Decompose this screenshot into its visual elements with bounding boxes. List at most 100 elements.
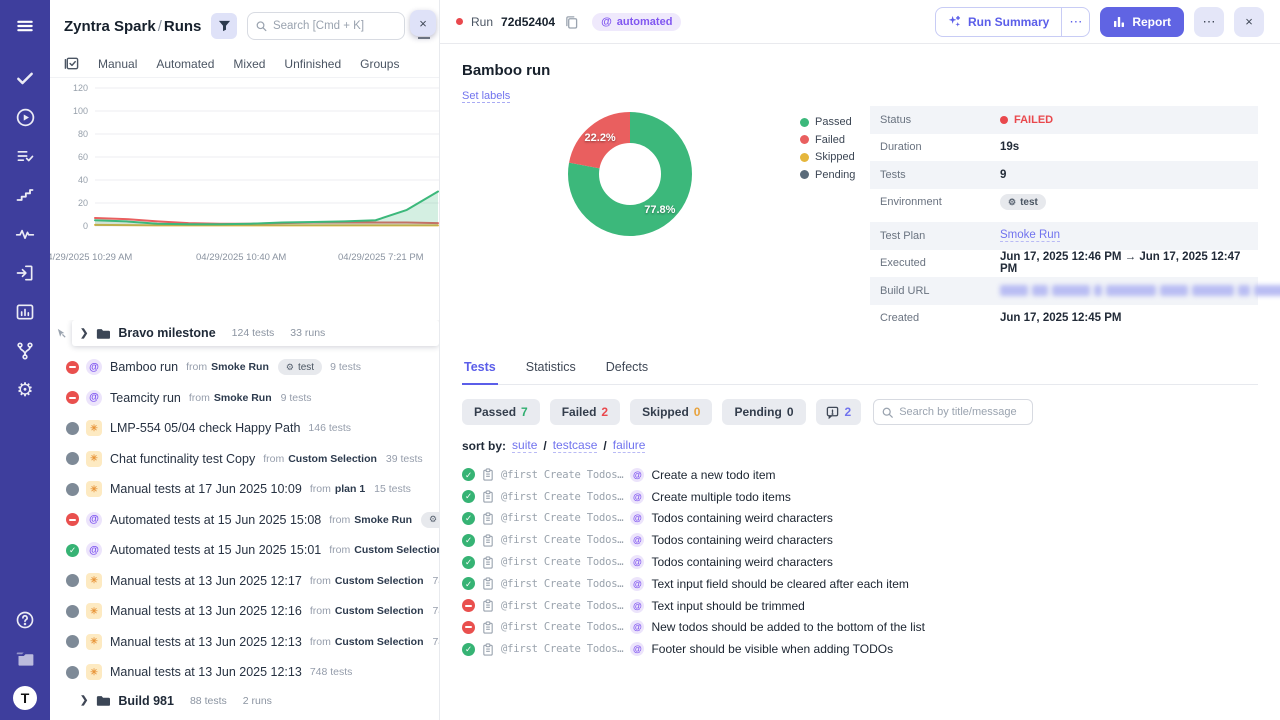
milestone-folder-row[interactable]: ❯Build 98188 tests2 runs: [50, 688, 439, 714]
filter-passed-button[interactable]: Passed7: [462, 399, 540, 425]
run-list-item[interactable]: ✳Manual tests at 13 Jun 2025 12:13fromCu…: [50, 627, 439, 658]
run-list-item[interactable]: @Teamcity runfromSmoke Run9 tests: [50, 383, 439, 414]
test-status-passed-icon: ✓: [462, 534, 475, 547]
report-button[interactable]: Report: [1100, 7, 1184, 37]
run-list-item[interactable]: @Bamboo runfromSmoke Run⚙test9 tests: [50, 352, 439, 383]
detail-text: Jun 17, 2025 12:45 PM: [1000, 312, 1121, 324]
run-list-item[interactable]: ✳Manual tests at 13 Jun 2025 12:13748 te…: [50, 657, 439, 688]
test-row[interactable]: ✓@first Create Todos…@Footer should be v…: [462, 638, 1258, 660]
test-row[interactable]: ✓@first Create Todos…@Todos containing w…: [462, 529, 1258, 551]
detail-label: Executed: [870, 257, 1000, 269]
more-actions-button[interactable]: ⋯: [1194, 7, 1224, 37]
run-list-item[interactable]: ✳Manual tests at 13 Jun 2025 12:16fromCu…: [50, 596, 439, 627]
tests-icon[interactable]: [13, 66, 37, 90]
menu-icon[interactable]: [13, 14, 37, 38]
select-all-icon[interactable]: [64, 56, 79, 71]
pulse-icon[interactable]: [13, 222, 37, 246]
filter-failed-button[interactable]: Failed2: [550, 399, 620, 425]
run-source-plan: Custom Selection: [354, 544, 439, 556]
run-tests-count: 748 tests: [433, 575, 440, 587]
test-row[interactable]: ✓@first Create Todos…@Todos containing w…: [462, 551, 1258, 573]
breadcrumb-separator: /: [156, 18, 164, 35]
help-icon[interactable]: [13, 608, 37, 632]
test-plan-link[interactable]: Smoke Run: [1000, 229, 1060, 242]
tests-search-input[interactable]: [899, 406, 1024, 418]
run-list-item[interactable]: ✳Manual tests at 17 Jun 2025 10:09frompl…: [50, 474, 439, 505]
test-title: Create a new todo item: [651, 468, 775, 482]
runs-search: [247, 12, 405, 40]
clipboard-icon: [482, 468, 494, 481]
manual-run-icon: ✳: [86, 481, 102, 497]
test-plans-icon[interactable]: [13, 144, 37, 168]
filter-skipped-button[interactable]: Skipped0: [630, 399, 712, 425]
run-source-plan: Smoke Run: [214, 392, 272, 404]
test-row[interactable]: ✓@first Create Todos…@Create multiple to…: [462, 486, 1258, 508]
comments-filter-button[interactable]: 2: [816, 399, 862, 425]
run-list-item[interactable]: ✳LMP-554 05/04 check Happy Path146 tests: [50, 413, 439, 444]
check-glyph: ✓: [69, 546, 76, 555]
test-row[interactable]: @first Create Todos…@New todos should be…: [462, 617, 1258, 639]
import-icon[interactable]: [13, 261, 37, 285]
steps-icon[interactable]: [13, 183, 37, 207]
sort-by-testcase-link[interactable]: testcase: [553, 438, 598, 453]
sort-by-suite-link[interactable]: suite: [512, 438, 537, 453]
run-status-failed-icon: [66, 391, 79, 404]
runs-icon[interactable]: [13, 105, 37, 129]
projects-icon[interactable]: [13, 647, 37, 671]
from-label: from: [329, 514, 350, 526]
detail-row-environment: Environment⚙test: [870, 189, 1258, 217]
settings-icon[interactable]: ⚙: [13, 378, 37, 402]
tab-groups[interactable]: Groups: [360, 57, 399, 71]
svg-text:80: 80: [78, 129, 88, 139]
tab-manual[interactable]: Manual: [98, 57, 137, 71]
tab-defects[interactable]: Defects: [604, 354, 650, 384]
run-status-finished-icon: [66, 422, 79, 435]
run-summary-more-button[interactable]: ⋯: [1061, 8, 1089, 36]
sort-by-failure-link[interactable]: failure: [613, 438, 646, 453]
tab-unfinished[interactable]: Unfinished: [284, 57, 341, 71]
clipboard-icon-wrap: [482, 490, 494, 503]
run-list-item[interactable]: @Automated tests at 15 Jun 2025 15:08fro…: [50, 505, 439, 536]
bar-chart-icon: [1113, 16, 1125, 28]
tab-mixed[interactable]: Mixed: [233, 57, 265, 71]
test-row[interactable]: ✓@first Create Todos…@Text input field s…: [462, 573, 1258, 595]
run-list-item[interactable]: ✳Manual tests at 13 Jun 2025 12:17fromCu…: [50, 566, 439, 597]
branches-icon[interactable]: [13, 339, 37, 363]
run-list-item[interactable]: ✳Chat functinality test CopyfromCustom S…: [50, 444, 439, 475]
tab-automated[interactable]: Automated: [156, 57, 214, 71]
copy-run-id-button[interactable]: [563, 15, 580, 29]
tests-search: [873, 399, 1033, 425]
run-tests-count: 747 tests: [433, 636, 440, 648]
detail-row-duration: Duration19s: [870, 134, 1258, 162]
run-name: Manual tests at 13 Jun 2025 12:13: [110, 635, 302, 649]
app-logo[interactable]: T: [13, 686, 37, 710]
run-status-failed-icon: [66, 513, 79, 526]
chevron-right-icon[interactable]: ❯: [80, 328, 88, 339]
folder-runs-count: 33 runs: [290, 327, 325, 339]
run-summary-button[interactable]: Run Summary: [936, 8, 1061, 36]
analytics-icon[interactable]: [13, 300, 37, 324]
test-row[interactable]: ✓@first Create Todos…@Todos containing w…: [462, 508, 1258, 530]
environment-badge: ⚙test: [1000, 194, 1046, 210]
test-suite-path: @first Create Todos…: [501, 578, 623, 590]
detail-value: Jun 17, 2025 12:46 PM → Jun 17, 2025 12:…: [1000, 251, 1258, 275]
test-status-failed-icon: [462, 599, 475, 612]
clipboard-icon-wrap: [482, 643, 494, 656]
test-row[interactable]: ✓@first Create Todos…@Create a new todo …: [462, 464, 1258, 486]
run-name: Chat functinality test Copy: [110, 452, 255, 466]
set-labels-link[interactable]: Set labels: [462, 90, 510, 103]
clipboard-icon: [482, 512, 494, 525]
tab-tests[interactable]: Tests: [462, 354, 498, 385]
run-list-item[interactable]: ✓@Automated tests at 15 Jun 2025 15:01fr…: [50, 535, 439, 566]
milestone-folder-row[interactable]: ❯Bravo milestone124 tests33 runs: [50, 320, 439, 346]
automated-run-icon: @: [86, 542, 102, 558]
close-run-button[interactable]: ×: [1234, 7, 1264, 37]
tab-statistics[interactable]: Statistics: [524, 354, 578, 384]
test-row[interactable]: @first Create Todos…@Text input should b…: [462, 595, 1258, 617]
filter-pending-button[interactable]: Pending0: [722, 399, 805, 425]
panel-close-button[interactable]: ×: [410, 10, 436, 36]
chevron-right-icon[interactable]: ❯: [80, 695, 88, 706]
filter-button[interactable]: [211, 13, 237, 39]
runs-search-input[interactable]: [273, 20, 396, 32]
legend-item-pending: Pending: [800, 169, 855, 181]
